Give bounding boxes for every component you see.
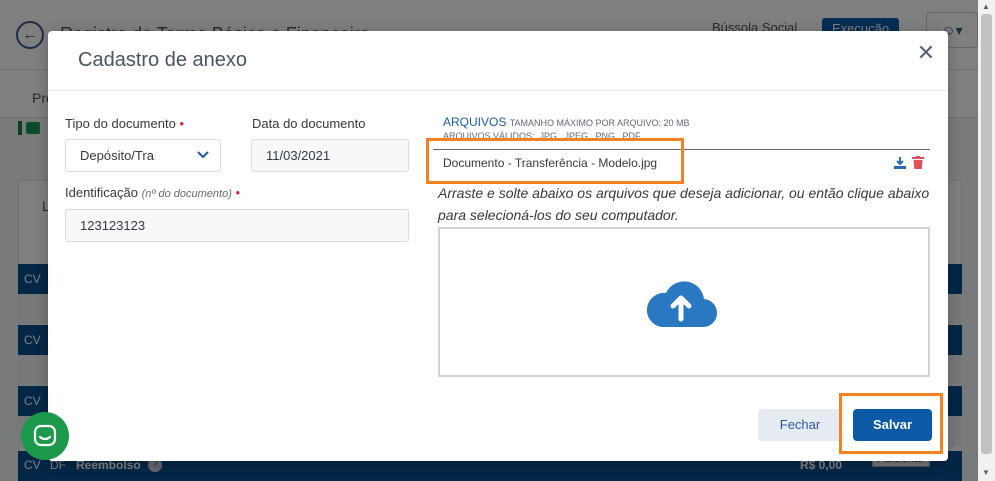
doc-date-label: Data do documento <box>252 116 366 131</box>
scrollbar-thumb[interactable] <box>981 14 992 454</box>
ident-label-text: Identificação <box>65 185 138 200</box>
doc-date-field[interactable]: 11/03/2021 <box>251 139 409 172</box>
trash-icon[interactable] <box>912 156 924 169</box>
save-highlight-box <box>839 393 943 454</box>
required-marker: • <box>179 116 184 131</box>
scroll-up-icon[interactable]: ▲ <box>982 2 990 11</box>
modal-title: Cadastro de anexo <box>78 49 248 71</box>
chevron-down-icon <box>196 140 210 171</box>
download-icon[interactable] <box>894 156 906 169</box>
required-marker: • <box>235 185 241 200</box>
close-icon[interactable]: ✕ <box>914 41 938 65</box>
cloud-upload-icon <box>644 277 718 329</box>
files-title-text: ARQUIVOS <box>443 115 507 129</box>
doc-type-select[interactable]: Depósito/Tra <box>65 139 221 172</box>
drop-instructions: Arraste e solte abaixo os arquivos que d… <box>438 185 930 223</box>
file-highlight-box <box>426 138 684 184</box>
doc-type-label-text: Tipo do documento <box>65 116 176 131</box>
file-drop-zone[interactable] <box>438 227 930 377</box>
scroll-down-icon[interactable]: ▼ <box>982 468 990 477</box>
doc-type-label: Tipo do documento • <box>65 116 184 131</box>
close-button[interactable]: Fechar <box>758 409 842 441</box>
modal-header: Cadastro de anexo ✕ <box>48 31 948 91</box>
files-title: ARQUIVOS TAMANHO MÁXIMO POR ARQUIVO: 20 … <box>443 115 690 129</box>
chat-button[interactable] <box>21 412 69 460</box>
chat-icon <box>33 424 57 448</box>
files-max-size: TAMANHO MÁXIMO POR ARQUIVO: 20 MB <box>509 118 690 128</box>
ident-hint: (nº do documento) <box>141 188 232 200</box>
ident-label: Identificação (nº do documento) • <box>65 185 240 200</box>
doc-type-value: Depósito/Tra <box>80 148 154 163</box>
attachment-modal: Cadastro de anexo ✕ Tipo do documento • … <box>48 31 948 461</box>
ident-field[interactable]: 123123123 <box>65 209 409 242</box>
